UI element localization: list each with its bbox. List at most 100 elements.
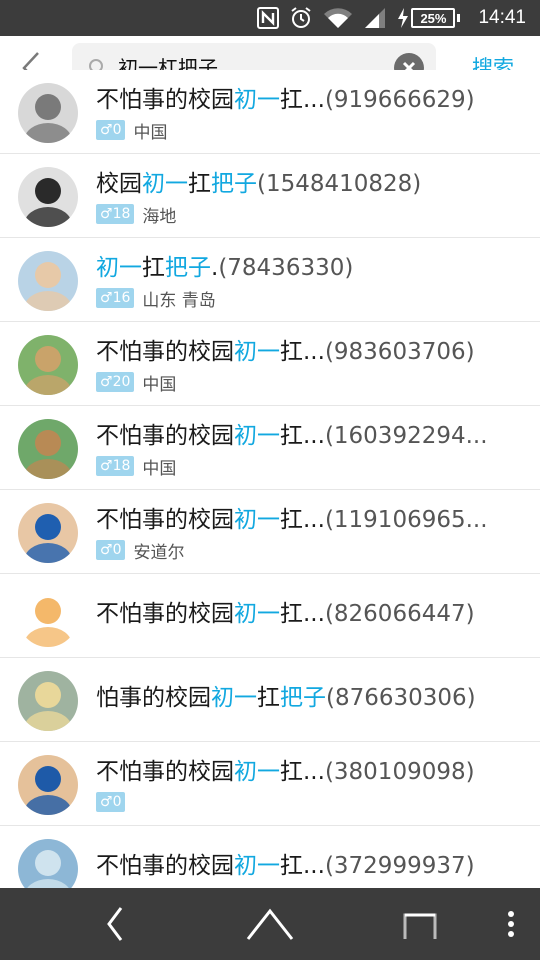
location: 安道尔: [133, 542, 185, 563]
name-text: 不怕事的校园: [96, 601, 234, 627]
result-row[interactable]: 不怕事的校园初一扛...(160392294... ♂18 中国: [0, 406, 540, 490]
result-row[interactable]: 不怕事的校园初一扛...(826066447): [0, 574, 540, 658]
result-name: 不怕事的校园初一扛...(919666629): [96, 84, 516, 116]
name-text: ...: [303, 759, 325, 785]
alarm-icon: [291, 7, 312, 28]
name-text: 扛: [280, 759, 303, 785]
name-text: 扛: [280, 339, 303, 365]
name-text: ...: [303, 507, 325, 533]
male-icon: ♂: [100, 290, 113, 306]
battery-indicator: 25%: [397, 8, 461, 28]
gender-age-badge: ♂16: [96, 288, 135, 308]
result-name: 不怕事的校园初一扛...(983603706): [96, 336, 516, 368]
location: 山东 青岛: [142, 290, 216, 311]
name-highlight: 把子: [280, 685, 326, 711]
result-name: 不怕事的校园初一扛...(160392294...: [96, 420, 516, 452]
qq-number: (919666629): [324, 87, 475, 113]
result-meta: ♂18 中国: [96, 456, 177, 479]
name-text: 不怕事的校园: [96, 507, 234, 533]
name-text: 扛: [257, 685, 280, 711]
qq-number: (78436330): [218, 255, 354, 281]
signal-icon: [365, 8, 386, 28]
qq-number: (1548410828): [257, 171, 422, 197]
male-icon: ♂: [100, 542, 113, 558]
qq-number: (983603706): [324, 339, 475, 365]
avatar-image: [18, 503, 78, 563]
gender-age-badge: ♂0: [96, 792, 126, 812]
nav-back-icon: [107, 907, 123, 941]
name-highlight: 初一: [234, 601, 280, 627]
nfc-icon: [257, 7, 280, 29]
name-highlight: 初一: [234, 87, 280, 113]
name-text: 不怕事的校园: [96, 423, 234, 449]
name-text: 怕事的校园: [96, 685, 211, 711]
result-meta: ♂0 中国: [96, 120, 168, 143]
result-name: 初一扛把子.(78436330): [96, 252, 516, 284]
nav-menu-button[interactable]: [496, 888, 526, 960]
result-row[interactable]: 不怕事的校园初一扛...(380109098) ♂0: [0, 742, 540, 826]
name-text: 扛: [188, 171, 211, 197]
name-text: 不怕事的校园: [96, 339, 234, 365]
name-text: ...: [303, 339, 325, 365]
name-highlight: 把子: [211, 171, 257, 197]
name-highlight: 初一: [234, 507, 280, 533]
age: 0: [112, 542, 122, 558]
gender-age-badge: ♂0: [96, 120, 126, 140]
age: 18: [112, 458, 131, 474]
result-row[interactable]: 初一扛把子.(78436330) ♂16 山东 青岛: [0, 238, 540, 322]
gender-age-badge: ♂18: [96, 204, 135, 224]
result-list: 不怕事的校园初一扛...(919666629) ♂0 中国 校园初一扛把子(15484…: [0, 70, 540, 910]
name-text: 不怕事的校园: [96, 759, 234, 785]
male-icon: ♂: [100, 458, 113, 474]
battery-tip: [457, 14, 461, 22]
result-name: 不怕事的校园初一扛...(826066447): [96, 598, 516, 630]
result-row[interactable]: 不怕事的校园初一扛...(119106965... ♂0 安道尔: [0, 490, 540, 574]
name-text: 扛: [280, 853, 303, 879]
qq-number: (372999937): [324, 853, 475, 879]
age: 0: [112, 794, 122, 810]
name-highlight: 初一: [142, 171, 188, 197]
male-icon: ♂: [100, 794, 113, 810]
result-row[interactable]: 校园初一扛把子(1548410828) ♂18 海地: [0, 154, 540, 238]
qq-number: (826066447): [324, 601, 475, 627]
avatar: [18, 587, 78, 647]
age: 20: [112, 374, 131, 390]
name-text: ...: [303, 423, 325, 449]
name-text: 扛: [280, 507, 303, 533]
name-text: ...: [303, 87, 325, 113]
name-highlight: 初一: [234, 339, 280, 365]
result-meta: ♂0: [96, 792, 126, 812]
location: 海地: [142, 206, 177, 227]
name-text: 校园: [96, 171, 142, 197]
avatar-image: [18, 419, 78, 479]
result-name: 校园初一扛把子(1548410828): [96, 168, 516, 200]
name-text: 扛: [142, 255, 165, 281]
avatar: [18, 503, 78, 563]
name-highlight: 把子: [165, 255, 211, 281]
result-name: 怕事的校园初一扛把子(876630306): [96, 682, 516, 714]
avatar-image: [18, 671, 78, 731]
qq-number: (876630306): [326, 685, 476, 711]
name-text: 不怕事的校园: [96, 87, 234, 113]
name-text: 不怕事的校园: [96, 853, 234, 879]
gender-age-badge: ♂18: [96, 456, 135, 476]
avatar: [18, 251, 78, 311]
location: 中国: [133, 122, 168, 143]
result-row[interactable]: 怕事的校园初一扛把子(876630306): [0, 658, 540, 742]
nav-back-button[interactable]: [80, 888, 150, 960]
location: 中国: [142, 458, 177, 479]
nav-home-button[interactable]: [230, 888, 310, 960]
battery-level: 25%: [411, 8, 456, 28]
avatar-image: [18, 587, 78, 647]
nav-menu-icon: [508, 911, 514, 937]
nav-recents-button[interactable]: [390, 888, 450, 960]
result-meta: ♂0 安道尔: [96, 540, 185, 563]
result-row[interactable]: 不怕事的校园初一扛...(919666629) ♂0 中国: [0, 70, 540, 154]
clock: 14:41: [478, 7, 526, 28]
result-meta: ♂18 海地: [96, 204, 177, 227]
avatar: [18, 671, 78, 731]
result-name: 不怕事的校园初一扛...(380109098): [96, 756, 516, 788]
name-highlight: 初一: [234, 759, 280, 785]
result-row[interactable]: 不怕事的校园初一扛...(983603706) ♂20 中国: [0, 322, 540, 406]
male-icon: ♂: [100, 206, 113, 222]
